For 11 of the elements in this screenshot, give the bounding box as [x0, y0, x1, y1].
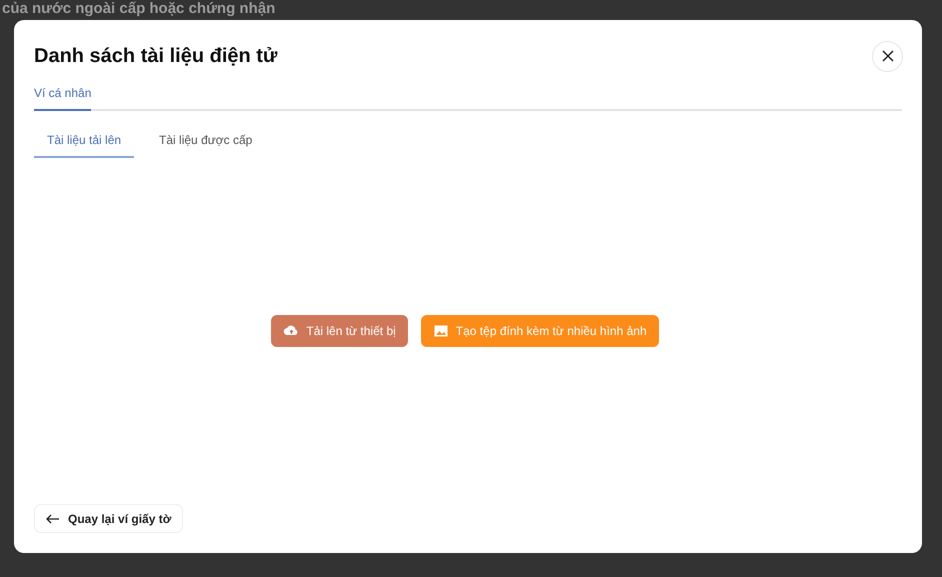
- page-heading: của nước ngoài cấp hoặc chứng nhận: [2, 2, 276, 16]
- tab[interactable]: Tài liệu được cấp: [146, 123, 266, 158]
- back-button[interactable]: Quay lại ví giấy tờ: [34, 504, 184, 533]
- arrow-left-icon: [46, 514, 60, 524]
- dialog-title: Danh sách tài liệu điện tử: [34, 44, 278, 68]
- tab[interactable]: Ví cá nhân: [34, 82, 92, 111]
- image-icon: [432, 323, 449, 339]
- close-button[interactable]: [872, 40, 903, 72]
- upload-button[interactable]: Tải lên từ thiết bị: [271, 315, 408, 347]
- tab[interactable]: Tài liệu tải lên: [34, 123, 134, 158]
- close-icon: [882, 50, 894, 62]
